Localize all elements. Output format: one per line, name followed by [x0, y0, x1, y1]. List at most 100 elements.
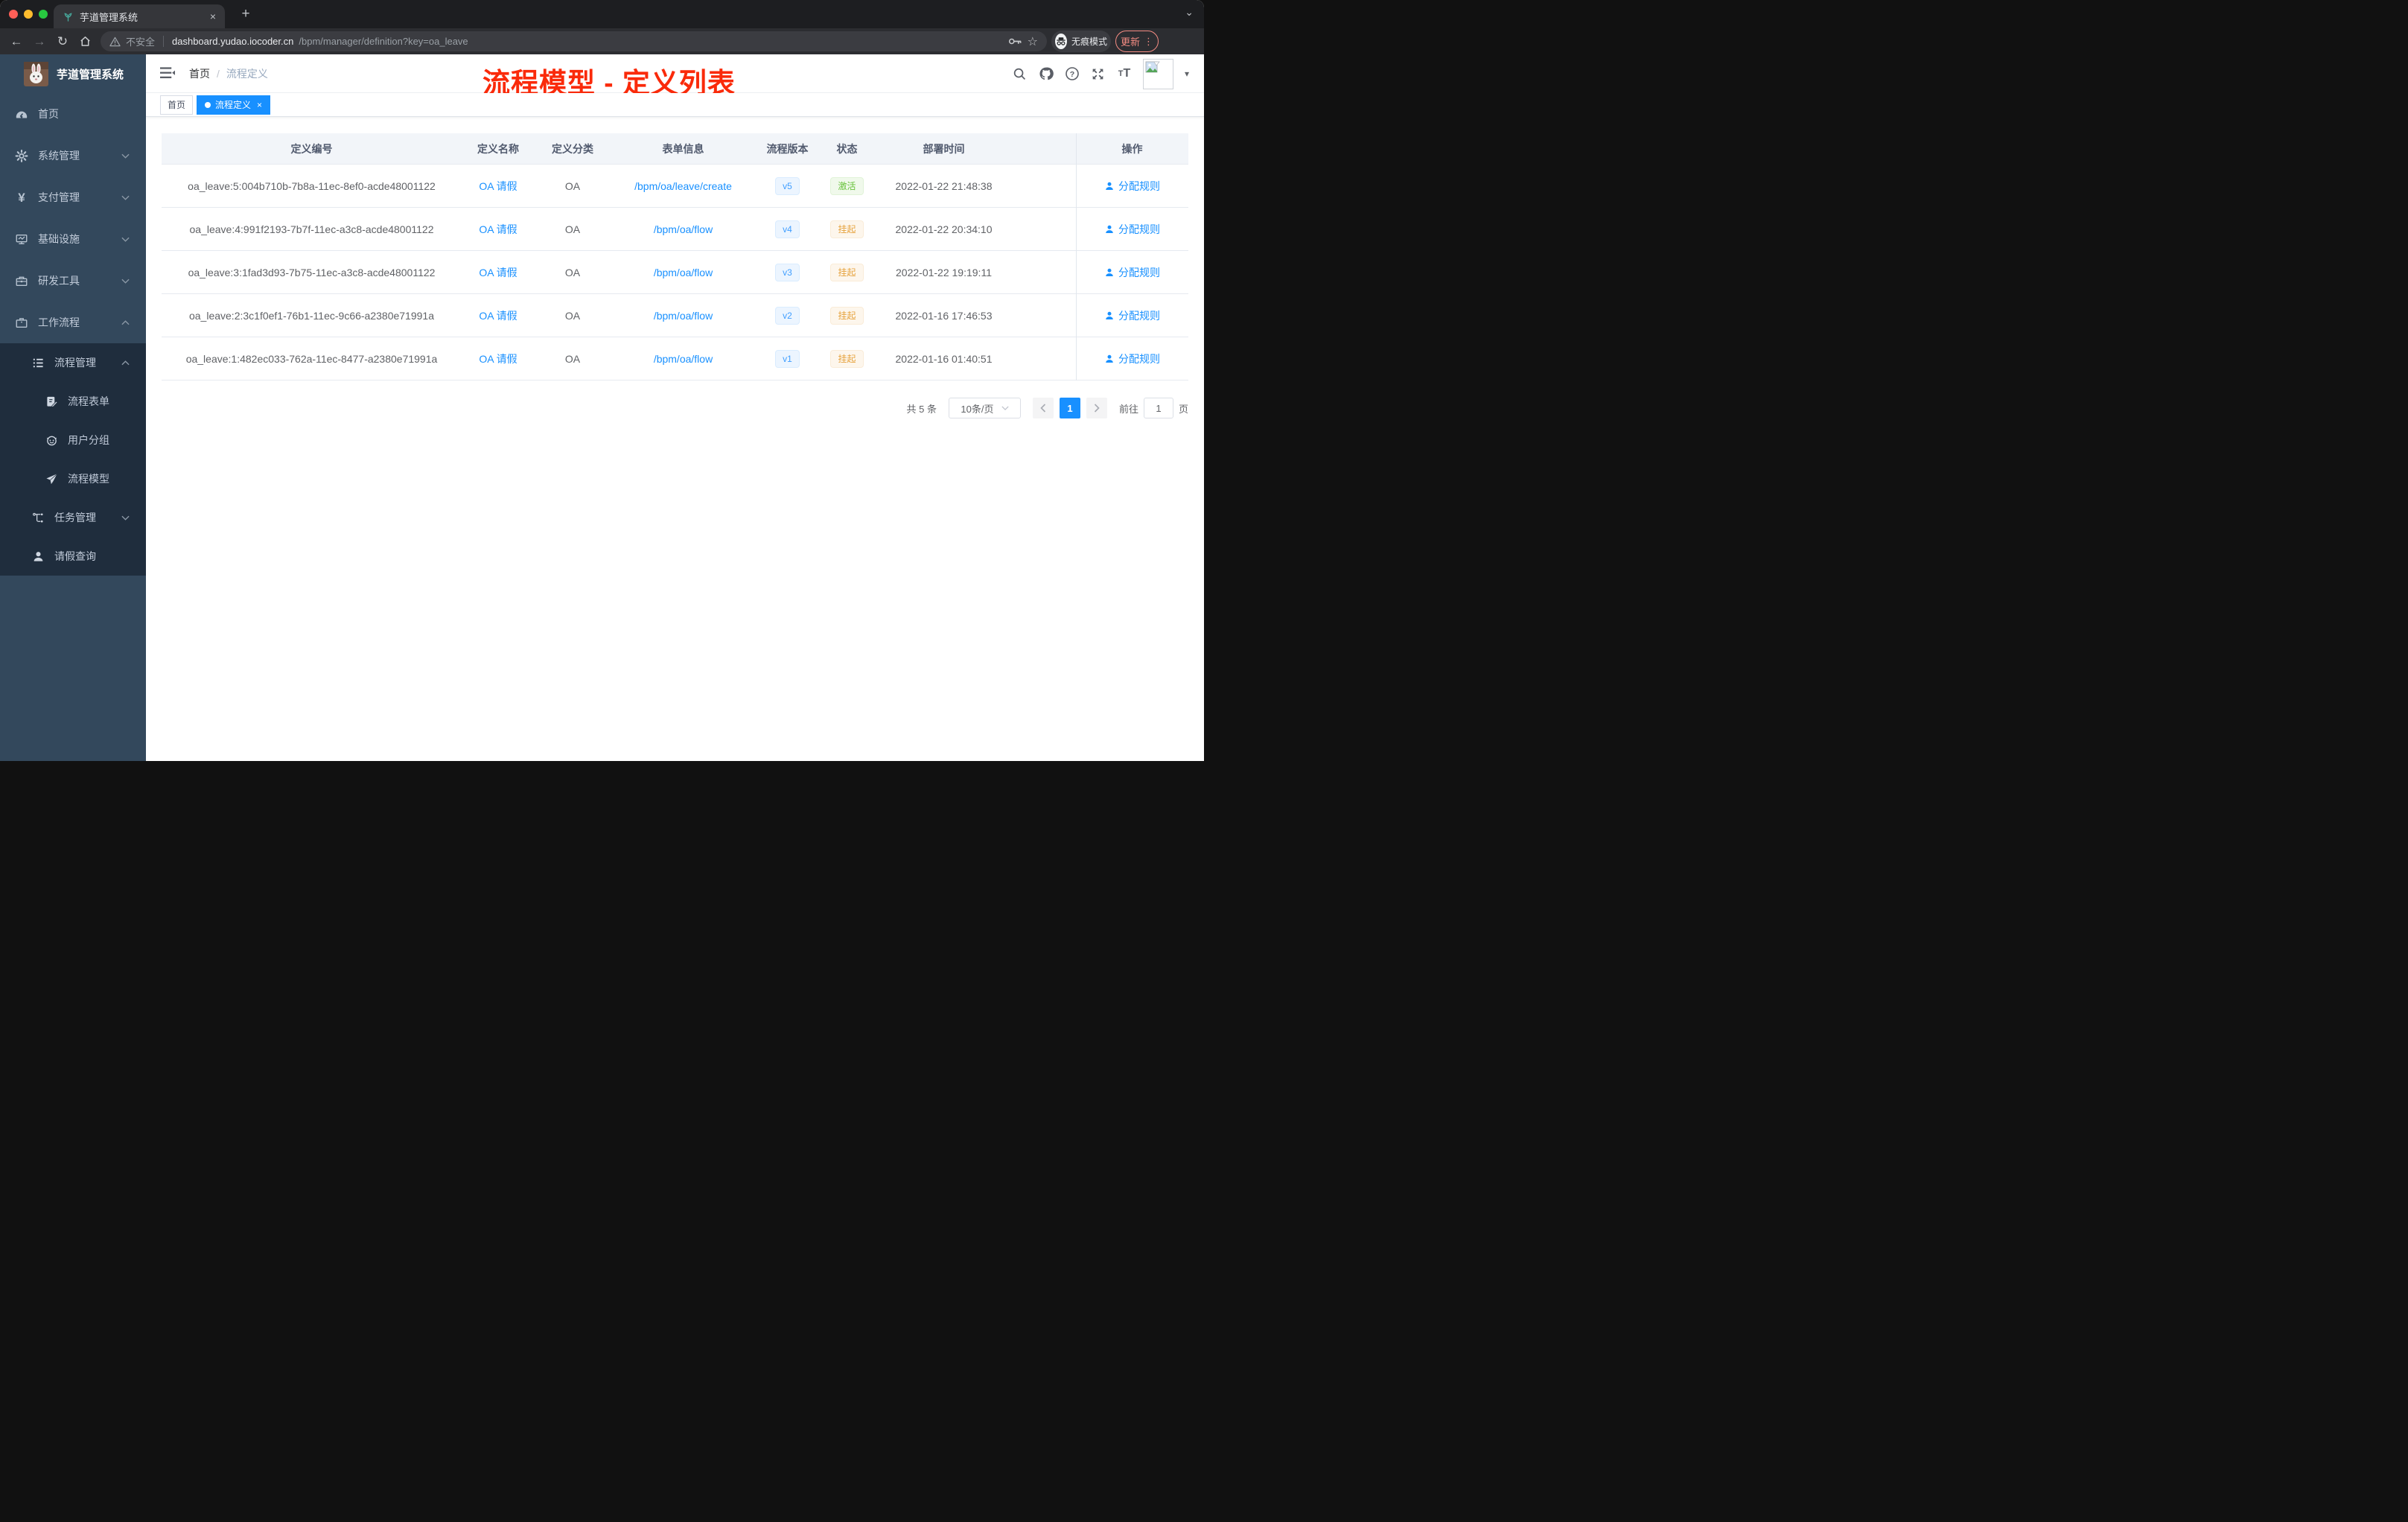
- breadcrumb-current: 流程定义: [226, 68, 268, 80]
- incognito-badge: 无痕模式: [1051, 31, 1111, 52]
- chevron-down-icon: [121, 515, 130, 520]
- sidebar-item-home[interactable]: 首页: [0, 93, 146, 135]
- page-size-select[interactable]: 10条/页: [948, 398, 1021, 418]
- sidebar-item-leave-query[interactable]: 请假查询: [0, 537, 146, 576]
- tab-search-icon[interactable]: ⌄: [1185, 6, 1194, 19]
- form-info-link[interactable]: /bpm/oa/flow: [654, 223, 713, 235]
- cell-action[interactable]: 分配规则: [1076, 208, 1188, 250]
- list-icon: [31, 356, 45, 369]
- sidebar-item-task-management[interactable]: 任务管理: [0, 498, 146, 537]
- chevron-down-icon: [121, 153, 130, 159]
- sidebar-item-infrastructure[interactable]: 基础设施: [0, 218, 146, 260]
- cell-action[interactable]: 分配规则: [1076, 337, 1188, 380]
- definition-name-link[interactable]: OA 请假: [479, 222, 517, 237]
- form-info-link[interactable]: /bpm/oa/flow: [654, 353, 713, 365]
- cell-form-info[interactable]: /bpm/oa/flow: [611, 294, 756, 337]
- avatar-caret-icon[interactable]: ▾: [1185, 69, 1189, 79]
- update-browser-button[interactable]: 更新 ⋮: [1115, 31, 1159, 52]
- assign-rule-link[interactable]: 分配规则: [1104, 179, 1160, 194]
- column-header-6: 部署时间: [923, 142, 965, 155]
- sidebar-toggle-icon[interactable]: [160, 66, 175, 80]
- prev-page-button[interactable]: [1032, 398, 1054, 418]
- url-host[interactable]: dashboard.yudao.iocoder.cn: [172, 36, 293, 47]
- page-1-button[interactable]: 1: [1059, 398, 1080, 418]
- tags-view-bar: 首页 流程定义 ×: [146, 93, 1204, 117]
- sidebar-item-process-model[interactable]: 流程模型: [0, 459, 146, 498]
- back-button[interactable]: ←: [6, 28, 27, 54]
- tag-home[interactable]: 首页: [160, 95, 194, 115]
- help-icon[interactable]: ?: [1065, 66, 1080, 81]
- tag-process-definition[interactable]: 流程定义 ×: [197, 95, 271, 115]
- browser-tab[interactable]: 芋道管理系统 ×: [54, 4, 225, 28]
- app-logo[interactable]: 芋道管理系统: [0, 54, 146, 93]
- security-label[interactable]: 不安全: [126, 34, 155, 48]
- sidebar-item-process-management[interactable]: 流程管理: [0, 343, 146, 382]
- sidebar-item-label: 基础设施: [38, 233, 80, 245]
- cell-action[interactable]: 分配规则: [1076, 251, 1188, 293]
- sidebar-item-system[interactable]: 系统管理: [0, 135, 146, 176]
- cell-definition-name[interactable]: OA 请假: [462, 165, 535, 207]
- address-bar[interactable]: 不安全 dashboard.yudao.iocoder.cn/bpm/manag…: [101, 31, 1047, 51]
- new-tab-button[interactable]: +: [237, 5, 255, 23]
- cell-action[interactable]: 分配规则: [1076, 294, 1188, 337]
- reload-button[interactable]: ↻: [52, 28, 73, 54]
- sidebar-item-user-group[interactable]: 用户分组: [0, 421, 146, 459]
- sidebar-item-label: 请假查询: [54, 550, 96, 562]
- cell-action[interactable]: 分配规则: [1076, 165, 1188, 207]
- version-badge: v4: [775, 220, 800, 238]
- logo-rabbit-image: [24, 61, 48, 86]
- zoom-window-button[interactable]: [39, 10, 48, 19]
- cell-definition-name[interactable]: OA 请假: [462, 251, 535, 293]
- navbar: 首页 / 流程定义 流程模型 - 定义列表 ? T T ▾: [146, 54, 1204, 98]
- definition-name-link[interactable]: OA 请假: [479, 351, 517, 366]
- sidebar-item-devtools[interactable]: 研发工具: [0, 260, 146, 302]
- fullscreen-icon[interactable]: [1091, 66, 1106, 81]
- breadcrumb-home[interactable]: 首页: [189, 66, 210, 81]
- font-size-icon[interactable]: TT: [1117, 66, 1132, 81]
- forward-button[interactable]: →: [29, 28, 50, 54]
- definition-name-link[interactable]: OA 请假: [479, 265, 517, 280]
- close-window-button[interactable]: [9, 10, 18, 19]
- password-key-icon[interactable]: [1008, 36, 1022, 46]
- goto-page-input[interactable]: [1143, 398, 1173, 418]
- cell-definition-name[interactable]: OA 请假: [462, 337, 535, 380]
- sidebar-item-payment[interactable]: ¥ 支付管理: [0, 176, 146, 218]
- menu-dots-icon[interactable]: ⋮: [1144, 36, 1153, 48]
- form-info-link[interactable]: /bpm/oa/leave/create: [634, 180, 732, 192]
- next-page-button[interactable]: [1086, 398, 1107, 418]
- search-icon[interactable]: [1013, 66, 1028, 81]
- definition-name-link[interactable]: OA 请假: [479, 308, 517, 323]
- warning-icon[interactable]: [109, 36, 121, 47]
- sidebar-item-label: 研发工具: [38, 275, 80, 287]
- form-info-link[interactable]: /bpm/oa/flow: [654, 267, 713, 278]
- cell-form-info[interactable]: /bpm/oa/flow: [611, 208, 756, 250]
- definition-name-link[interactable]: OA 请假: [479, 179, 517, 194]
- cell-form-info[interactable]: /bpm/oa/flow: [611, 251, 756, 293]
- assign-rule-link[interactable]: 分配规则: [1104, 351, 1160, 366]
- fixed-column-divider: [1076, 133, 1077, 380]
- sidebar-item-workflow[interactable]: 工作流程: [0, 302, 146, 343]
- cell-form-info[interactable]: /bpm/oa/flow: [611, 337, 756, 380]
- assign-rule-link[interactable]: 分配规则: [1104, 222, 1160, 237]
- minimize-window-button[interactable]: [24, 10, 33, 19]
- tag-close-icon[interactable]: ×: [257, 100, 262, 110]
- bookmark-star-icon[interactable]: ☆: [1028, 34, 1038, 49]
- goto-label: 前往: [1118, 403, 1138, 415]
- cell-definition-name[interactable]: OA 请假: [462, 208, 535, 250]
- assign-rule-link[interactable]: 分配规则: [1104, 308, 1160, 323]
- assign-rule-link[interactable]: 分配规则: [1104, 265, 1160, 280]
- cell-form-info[interactable]: /bpm/oa/leave/create: [611, 165, 756, 207]
- browser-window: 芋道管理系统 × + ⌄ ← → ↻ 不安全 dashboard.yudao.i…: [0, 0, 1204, 761]
- sidebar-item-process-form[interactable]: 流程表单: [0, 382, 146, 421]
- url-path[interactable]: /bpm/manager/definition?key=oa_leave: [299, 36, 468, 47]
- window-controls[interactable]: [9, 10, 48, 19]
- cell-definition-name[interactable]: OA 请假: [462, 294, 535, 337]
- avatar[interactable]: [1142, 58, 1173, 89]
- home-button[interactable]: [74, 28, 95, 54]
- tab-close-icon[interactable]: ×: [210, 10, 216, 22]
- cell-deploy-time: 2022-01-22 20:34:10: [895, 223, 993, 235]
- github-icon[interactable]: [1039, 66, 1054, 81]
- column-header-7: [1013, 133, 1076, 164]
- form-info-link[interactable]: /bpm/oa/flow: [654, 310, 713, 322]
- chevron-up-icon: [121, 360, 130, 366]
